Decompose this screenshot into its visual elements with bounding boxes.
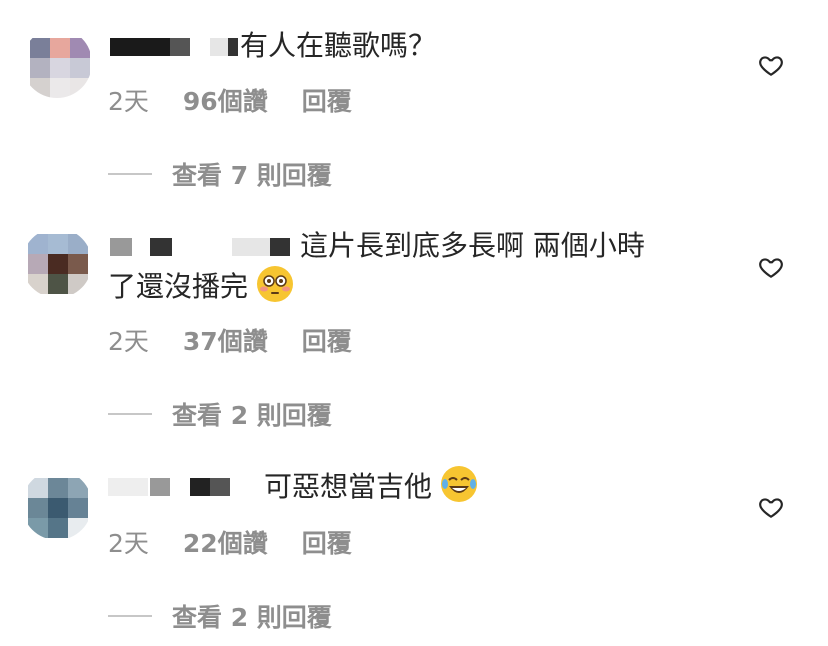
comment-time: 2天 <box>108 529 149 558</box>
redacted-username <box>150 238 172 256</box>
comment-text: 有人在聽歌嗎？ <box>240 26 828 66</box>
avatar[interactable] <box>22 228 92 298</box>
redacted-username <box>270 238 290 256</box>
like-heart-icon[interactable] <box>758 52 784 78</box>
comment-text: 可惡想當吉他 <box>264 466 724 507</box>
avatar[interactable] <box>22 28 92 98</box>
redacted-username <box>110 238 132 256</box>
comment-body-line2: 了還沒播完 <box>108 270 249 303</box>
redacted-username <box>150 478 170 496</box>
reply-button[interactable]: 回覆 <box>302 82 352 118</box>
comment-meta: 2天 37個讚 回覆 <box>108 322 352 358</box>
divider-line <box>108 413 152 415</box>
comment-text-continued: 了還沒播完 <box>108 266 728 307</box>
redacted-username <box>232 238 270 256</box>
divider-line <box>108 173 152 175</box>
tears-of-joy-face-icon <box>440 466 477 502</box>
comment-body: 有人在聽歌嗎？ <box>240 29 437 62</box>
comment-text: 這片長到底多長啊 兩個小時 <box>300 226 720 266</box>
reply-button[interactable]: 回覆 <box>302 524 352 560</box>
view-replies-button[interactable]: 查看 2 則回覆 <box>108 598 332 634</box>
view-replies-label: 查看 2 則回覆 <box>172 401 332 430</box>
comment-time: 2天 <box>108 87 149 116</box>
avatar[interactable] <box>22 470 92 540</box>
redacted-username <box>170 38 190 56</box>
redacted-username <box>210 38 228 56</box>
comment-body: 可惡想當吉他 <box>264 470 433 503</box>
redacted-username <box>190 478 210 496</box>
flushed-face-icon <box>256 266 293 302</box>
reply-button[interactable]: 回覆 <box>302 322 352 358</box>
view-replies-button[interactable]: 查看 7 則回覆 <box>108 156 332 192</box>
comment-meta: 2天 22個讚 回覆 <box>108 524 352 560</box>
divider-line <box>108 615 152 617</box>
like-count[interactable]: 96個讚 <box>183 82 268 118</box>
comment-body: 這片長到底多長啊 兩個小時 <box>300 229 645 262</box>
like-count[interactable]: 22個讚 <box>183 524 268 560</box>
redacted-username <box>210 478 230 496</box>
redacted-username <box>228 38 238 56</box>
view-replies-label: 查看 2 則回覆 <box>172 603 332 632</box>
like-heart-icon[interactable] <box>758 494 784 520</box>
like-count[interactable]: 37個讚 <box>183 322 268 358</box>
view-replies-button[interactable]: 查看 2 則回覆 <box>108 396 332 432</box>
comment-time: 2天 <box>108 327 149 356</box>
redacted-username <box>110 38 170 56</box>
redacted-username <box>108 478 148 496</box>
like-heart-icon[interactable] <box>758 254 784 280</box>
comment-meta: 2天 96個讚 回覆 <box>108 82 352 118</box>
view-replies-label: 查看 7 則回覆 <box>172 161 332 190</box>
